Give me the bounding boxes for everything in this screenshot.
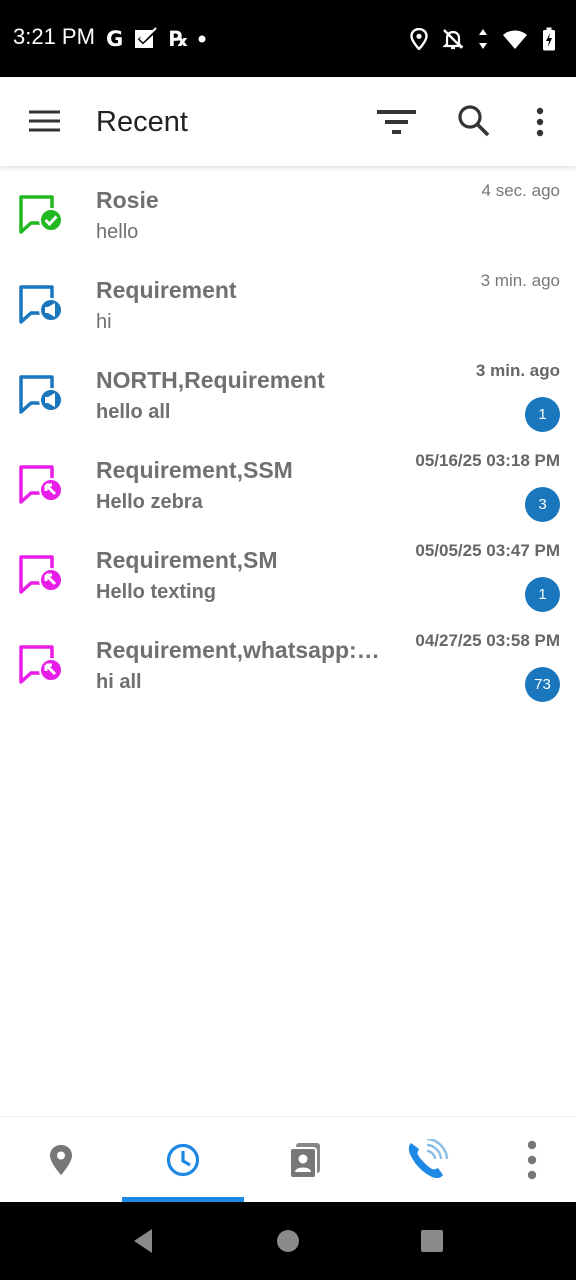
prescription-icon: ℞ bbox=[169, 26, 189, 51]
menu-icon bbox=[29, 110, 60, 132]
checkmark-box-icon bbox=[135, 27, 159, 48]
status-system-icons bbox=[410, 24, 556, 54]
tab-contacts[interactable] bbox=[244, 1117, 366, 1203]
bottom-navigation bbox=[0, 1116, 576, 1203]
dot-icon bbox=[198, 35, 206, 43]
chat-megaphone-icon bbox=[19, 375, 63, 414]
overflow-menu-button[interactable] bbox=[524, 101, 556, 141]
location-icon bbox=[410, 28, 428, 50]
system-navigation-bar bbox=[0, 1202, 576, 1280]
chat-megaphone-icon bbox=[19, 285, 63, 324]
conversation-row[interactable]: NORTH,Requirement hello all 3 min. ago 1 bbox=[0, 346, 576, 436]
filter-icon bbox=[377, 110, 416, 134]
conversation-row[interactable]: Requirement,whatsapp:+17373770137 hi all… bbox=[0, 616, 576, 706]
tab-locations[interactable] bbox=[0, 1117, 122, 1203]
chat-check-icon bbox=[19, 195, 63, 234]
tab-more[interactable] bbox=[488, 1117, 576, 1203]
back-icon bbox=[134, 1229, 152, 1253]
overview-button[interactable] bbox=[392, 1202, 472, 1280]
status-bar: 3:21 PM G ℞ bbox=[0, 0, 576, 77]
page-title: Recent bbox=[96, 106, 188, 138]
menu-button[interactable] bbox=[24, 104, 64, 138]
conversation-preview: Hello zebra bbox=[96, 491, 203, 513]
conversation-preview: hello bbox=[96, 221, 139, 243]
conversation-preview: hi bbox=[96, 311, 112, 333]
status-time: 3:21 PM bbox=[13, 24, 95, 49]
conversation-time: 05/05/25 03:47 PM bbox=[415, 541, 560, 560]
recent-clock-icon bbox=[166, 1143, 200, 1177]
conversation-name: Requirement bbox=[96, 277, 237, 303]
status-notification-icons: G ℞ bbox=[106, 24, 206, 54]
chat-arrow-icon bbox=[19, 645, 63, 684]
more-vert-icon bbox=[536, 107, 544, 137]
conversation-name: Requirement,whatsapp:+17373770137 bbox=[96, 637, 388, 663]
chat-arrow-icon bbox=[19, 465, 63, 504]
tab-calling[interactable] bbox=[366, 1117, 488, 1203]
chat-arrow-icon bbox=[19, 555, 63, 594]
wifi-icon bbox=[503, 30, 527, 49]
conversation-list: Rosie hello 4 sec. ago Requirement hi 3 … bbox=[0, 166, 576, 706]
contacts-icon bbox=[289, 1143, 320, 1179]
location-pin-icon bbox=[50, 1145, 72, 1175]
conversation-time: 04/27/25 03:58 PM bbox=[415, 631, 560, 650]
overview-icon bbox=[421, 1230, 443, 1252]
conversation-name: NORTH,Requirement bbox=[96, 367, 325, 393]
search-button[interactable] bbox=[454, 101, 494, 141]
conversation-row[interactable]: Requirement,SM Hello texting 05/05/25 03… bbox=[0, 526, 576, 616]
back-button[interactable] bbox=[103, 1202, 183, 1280]
wifi-calling-icon bbox=[408, 1139, 449, 1179]
app-bar: Recent bbox=[0, 77, 576, 166]
conversation-preview: hello all bbox=[96, 401, 171, 423]
conversation-preview: Hello texting bbox=[96, 581, 217, 603]
home-icon bbox=[277, 1230, 299, 1252]
battery-charging-icon bbox=[543, 27, 555, 51]
conversation-row[interactable]: Rosie hello 4 sec. ago bbox=[0, 166, 576, 256]
conversation-time: 3 min. ago bbox=[480, 271, 560, 290]
unread-count-badge: 3 bbox=[525, 487, 560, 522]
data-arrows-icon bbox=[479, 29, 487, 49]
search-icon bbox=[458, 105, 490, 137]
unread-count-badge: 1 bbox=[525, 577, 560, 612]
conversation-preview: hi all bbox=[96, 671, 142, 693]
conversation-time: 4 sec. ago bbox=[481, 181, 560, 200]
tab-recent[interactable] bbox=[122, 1117, 244, 1203]
conversation-time: 3 min. ago bbox=[475, 361, 560, 380]
conversation-row[interactable]: Requirement hi 3 min. ago bbox=[0, 256, 576, 346]
conversation-name: Requirement,SSM bbox=[96, 457, 293, 483]
unread-count-badge: 1 bbox=[525, 397, 560, 432]
filter-button[interactable] bbox=[374, 105, 418, 139]
conversation-time: 05/16/25 03:18 PM bbox=[415, 451, 560, 470]
conversation-name: Requirement,SM bbox=[96, 547, 278, 573]
google-icon: G bbox=[106, 26, 124, 51]
conversation-name: Rosie bbox=[96, 187, 159, 213]
conversation-row[interactable]: Requirement,SSM Hello zebra 05/16/25 03:… bbox=[0, 436, 576, 526]
home-button[interactable] bbox=[248, 1202, 328, 1280]
more-vert-icon bbox=[527, 1140, 537, 1180]
unread-count-badge: 73 bbox=[525, 667, 560, 702]
notifications-off-icon bbox=[442, 29, 464, 50]
